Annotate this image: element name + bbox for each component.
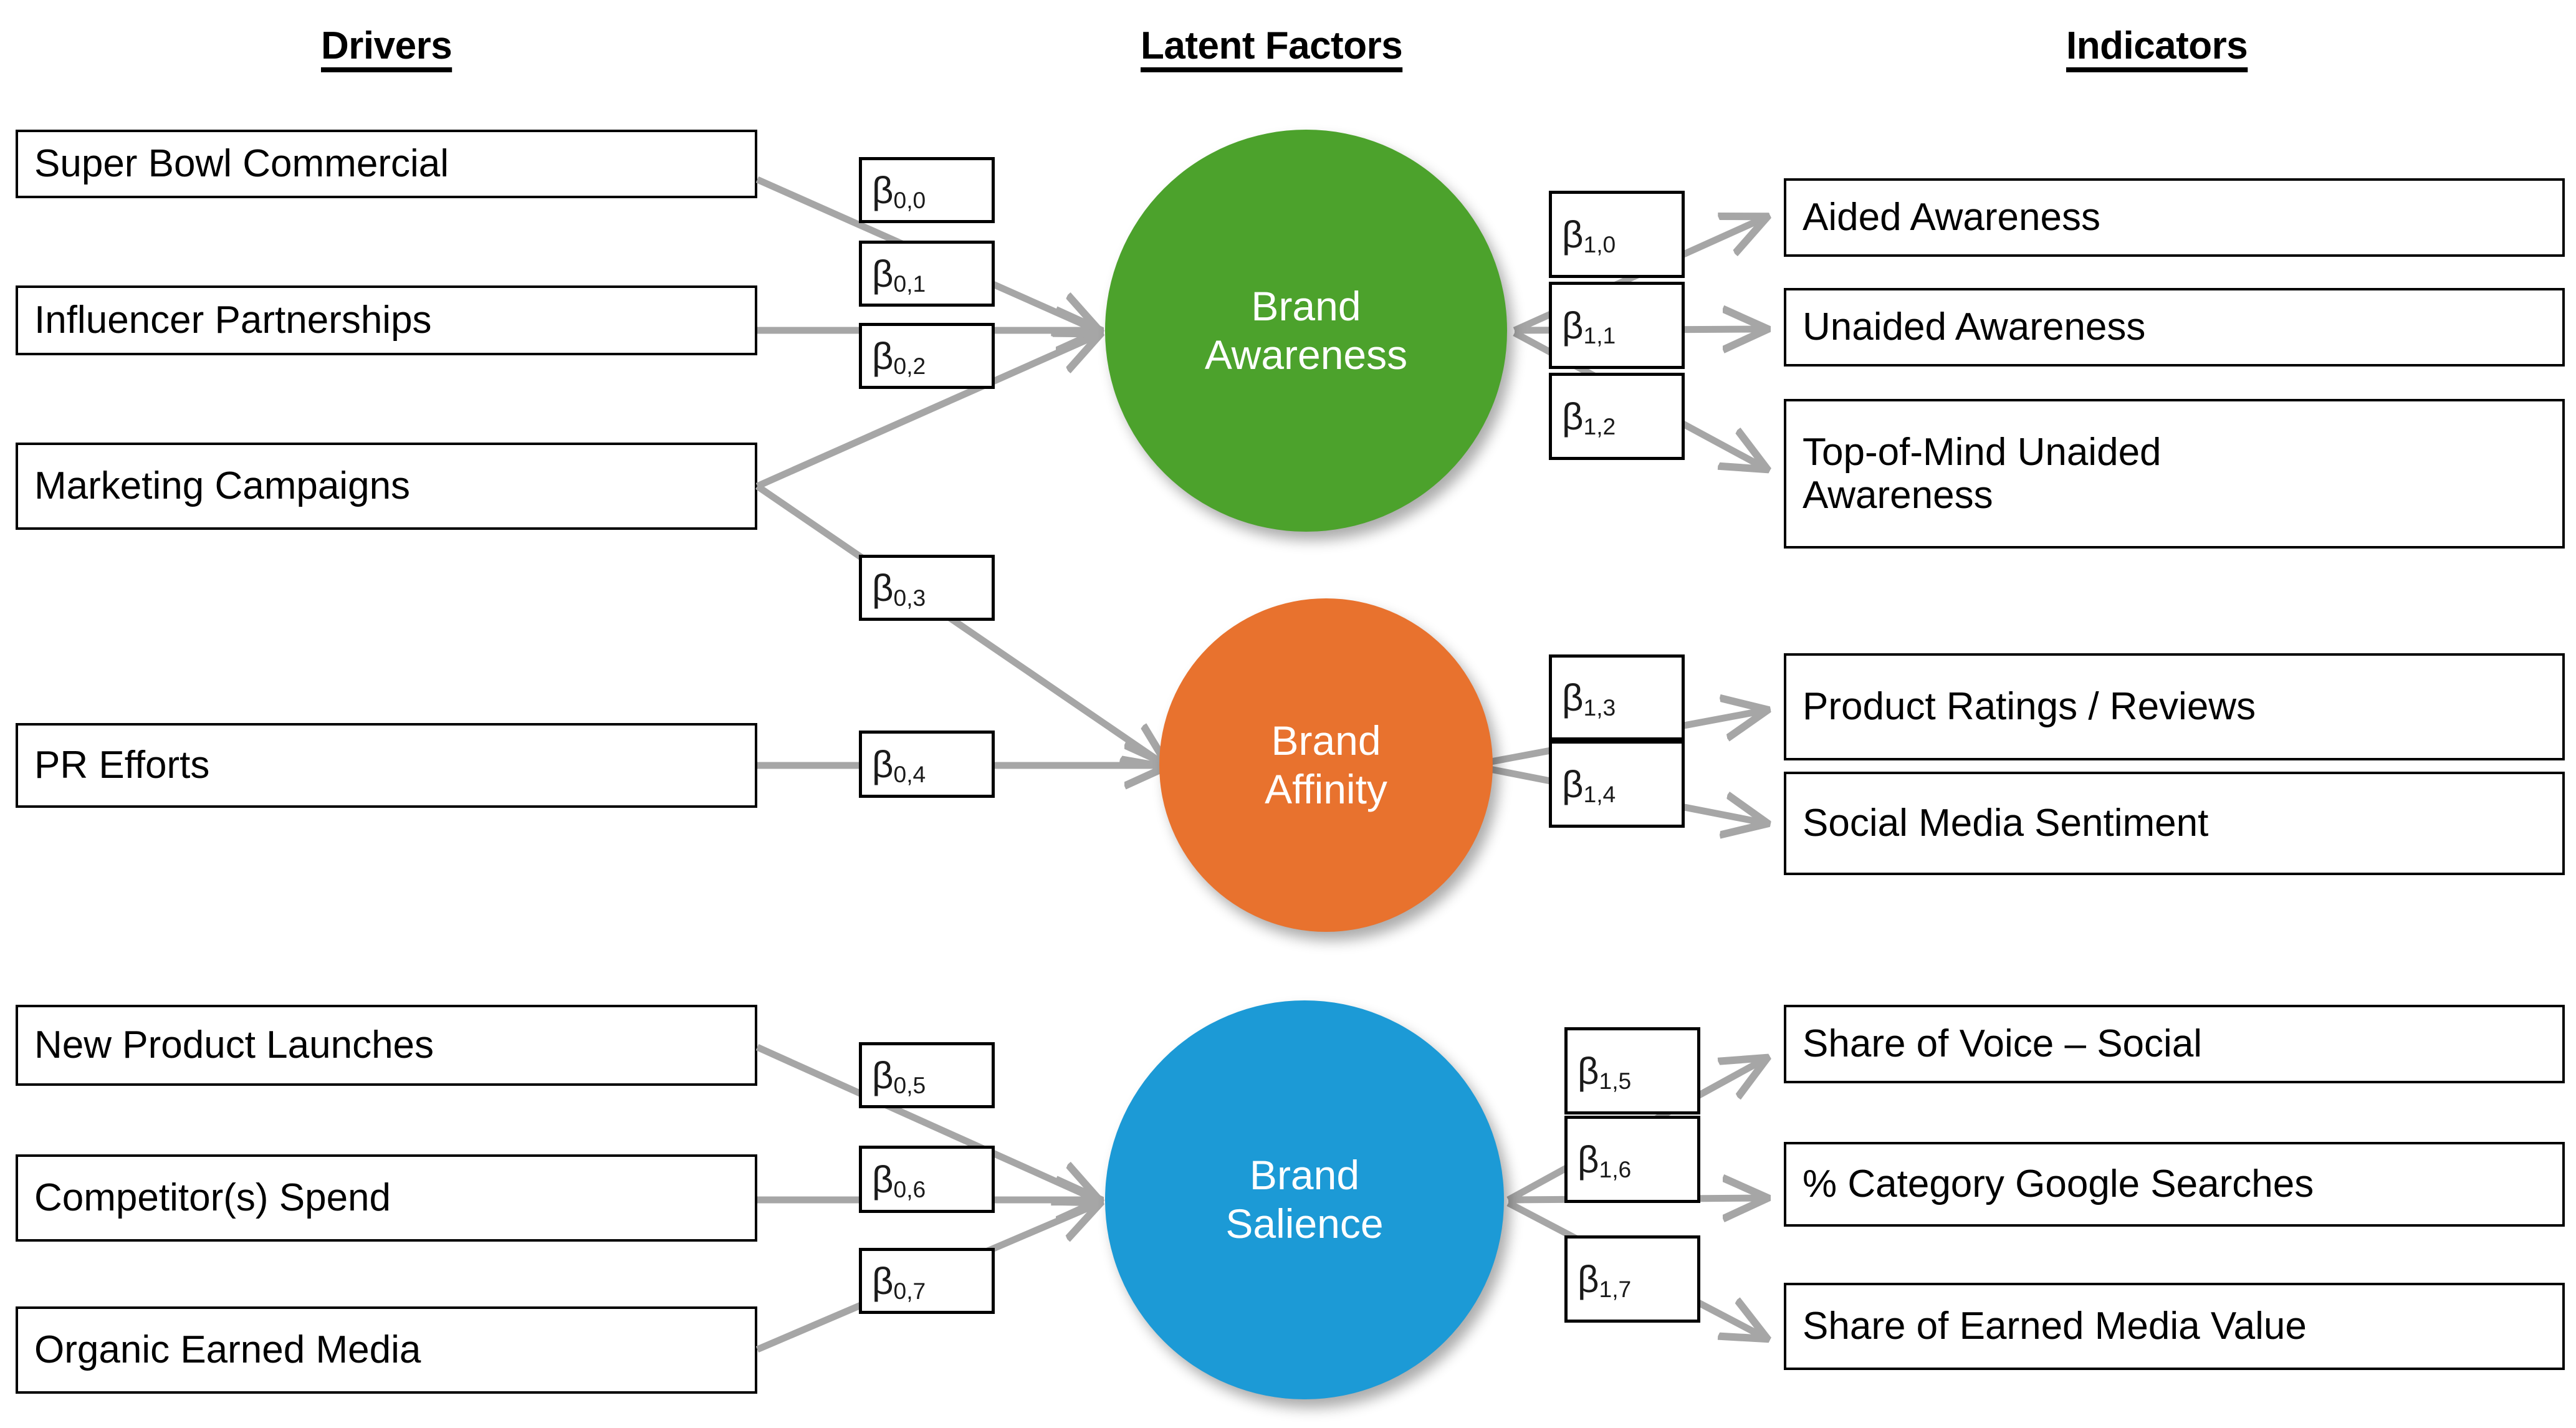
- latent-factor-brand-awareness[interactable]: Brand Awareness: [1105, 130, 1507, 532]
- driver-box-competitor-spend[interactable]: Competitor(s) Spend: [16, 1154, 757, 1242]
- driver-label: New Product Launches: [34, 1023, 434, 1067]
- coefficient-label: β1,5: [1578, 1050, 1632, 1095]
- driver-label: Competitor(s) Spend: [34, 1176, 391, 1220]
- coefficient-label: β1,4: [1562, 763, 1616, 808]
- coefficient-label: β0,3: [872, 567, 926, 611]
- coefficient-label: β1,1: [1562, 304, 1616, 349]
- coefficient-box-beta-0-2[interactable]: β0,2: [859, 323, 995, 389]
- latent-factor-brand-salience[interactable]: Brand Salience: [1105, 1000, 1504, 1399]
- indicator-label: Aided Awareness: [1803, 196, 2100, 239]
- column-header-drivers: Drivers: [321, 24, 452, 67]
- indicator-box-aided-awareness[interactable]: Aided Awareness: [1784, 178, 2565, 257]
- coefficient-label: β0,0: [872, 169, 926, 214]
- latent-factor-brand-affinity[interactable]: Brand Affinity: [1159, 598, 1493, 932]
- indicator-box-percent-category-google-searches[interactable]: % Category Google Searches: [1784, 1142, 2565, 1227]
- indicator-label: Top-of-Mind Unaided Awareness: [1803, 430, 2162, 517]
- indicator-box-product-ratings-reviews[interactable]: Product Ratings / Reviews: [1784, 653, 2565, 760]
- coefficient-box-beta-0-3[interactable]: β0,3: [859, 555, 995, 621]
- driver-label: Influencer Partnerships: [34, 299, 432, 342]
- coefficient-label: β0,4: [872, 743, 926, 788]
- coefficient-box-beta-0-7[interactable]: β0,7: [859, 1248, 995, 1314]
- indicator-label: % Category Google Searches: [1803, 1162, 2314, 1206]
- coefficient-box-beta-1-1[interactable]: β1,1: [1549, 282, 1685, 369]
- coefficient-label: β0,5: [872, 1054, 926, 1099]
- indicator-label: Share of Earned Media Value: [1803, 1305, 2307, 1348]
- coefficient-label: β0,1: [872, 252, 926, 297]
- latent-factor-label: Brand Affinity: [1265, 717, 1387, 812]
- indicator-label: Share of Voice – Social: [1803, 1022, 2203, 1066]
- indicator-box-social-media-sentiment[interactable]: Social Media Sentiment: [1784, 772, 2565, 875]
- indicator-label: Unaided Awareness: [1803, 305, 2146, 349]
- driver-label: Organic Earned Media: [34, 1328, 421, 1372]
- driver-box-influencer-partnerships[interactable]: Influencer Partnerships: [16, 285, 757, 355]
- coefficient-box-beta-0-5[interactable]: β0,5: [859, 1042, 995, 1108]
- coefficient-box-beta-1-6[interactable]: β1,6: [1564, 1116, 1700, 1203]
- coefficient-box-beta-1-7[interactable]: β1,7: [1564, 1235, 1700, 1323]
- coefficient-box-beta-0-1[interactable]: β0,1: [859, 241, 995, 307]
- driver-box-new-product-launches[interactable]: New Product Launches: [16, 1005, 757, 1086]
- coefficient-label: β0,2: [872, 335, 926, 380]
- indicator-box-share-of-earned-media-value[interactable]: Share of Earned Media Value: [1784, 1283, 2565, 1370]
- indicator-box-unaided-awareness[interactable]: Unaided Awareness: [1784, 288, 2565, 367]
- coefficient-box-beta-0-0[interactable]: β0,0: [859, 157, 995, 223]
- coefficient-box-beta-1-3[interactable]: β1,3: [1549, 654, 1685, 740]
- coefficient-label: β0,6: [872, 1158, 926, 1203]
- coefficient-label: β1,3: [1562, 676, 1616, 721]
- driver-label: Marketing Campaigns: [34, 464, 411, 508]
- driver-box-marketing-campaigns[interactable]: Marketing Campaigns: [16, 443, 757, 530]
- coefficient-box-beta-1-0[interactable]: β1,0: [1549, 191, 1685, 278]
- driver-box-super-bowl-commercial[interactable]: Super Bowl Commercial: [16, 130, 757, 198]
- coefficient-label: β1,7: [1578, 1258, 1632, 1303]
- coefficient-label: β1,2: [1562, 395, 1616, 440]
- driver-label: Super Bowl Commercial: [34, 142, 449, 186]
- coefficient-box-beta-0-6[interactable]: β0,6: [859, 1146, 995, 1213]
- indicator-label: Social Media Sentiment: [1803, 802, 2209, 845]
- latent-factor-label: Brand Awareness: [1204, 282, 1408, 378]
- driver-label: PR Efforts: [34, 744, 210, 787]
- column-header-latent-factors: Latent Factors: [1141, 24, 1403, 67]
- column-header-indicators: Indicators: [2066, 24, 2248, 67]
- coefficient-box-beta-0-4[interactable]: β0,4: [859, 731, 995, 798]
- coefficient-box-beta-1-5[interactable]: β1,5: [1564, 1027, 1700, 1114]
- coefficient-box-beta-1-2[interactable]: β1,2: [1549, 373, 1685, 460]
- latent-factor-label: Brand Salience: [1225, 1152, 1384, 1247]
- coefficient-label: β1,0: [1562, 213, 1616, 258]
- coefficient-label: β0,7: [872, 1260, 926, 1305]
- driver-box-organic-earned-media[interactable]: Organic Earned Media: [16, 1306, 757, 1394]
- indicator-label: Product Ratings / Reviews: [1803, 685, 2256, 729]
- link-driver2-affinity: [755, 483, 1166, 765]
- driver-box-pr-efforts[interactable]: PR Efforts: [16, 723, 757, 808]
- indicator-box-top-of-mind-unaided-awareness[interactable]: Top-of-Mind Unaided Awareness: [1784, 399, 2565, 549]
- coefficient-label: β1,6: [1578, 1138, 1632, 1183]
- diagram-canvas: Drivers Latent Factors Indicators Super …: [0, 0, 2576, 1428]
- indicator-box-share-of-voice-social[interactable]: Share of Voice – Social: [1784, 1005, 2565, 1083]
- coefficient-box-beta-1-4[interactable]: β1,4: [1549, 740, 1685, 828]
